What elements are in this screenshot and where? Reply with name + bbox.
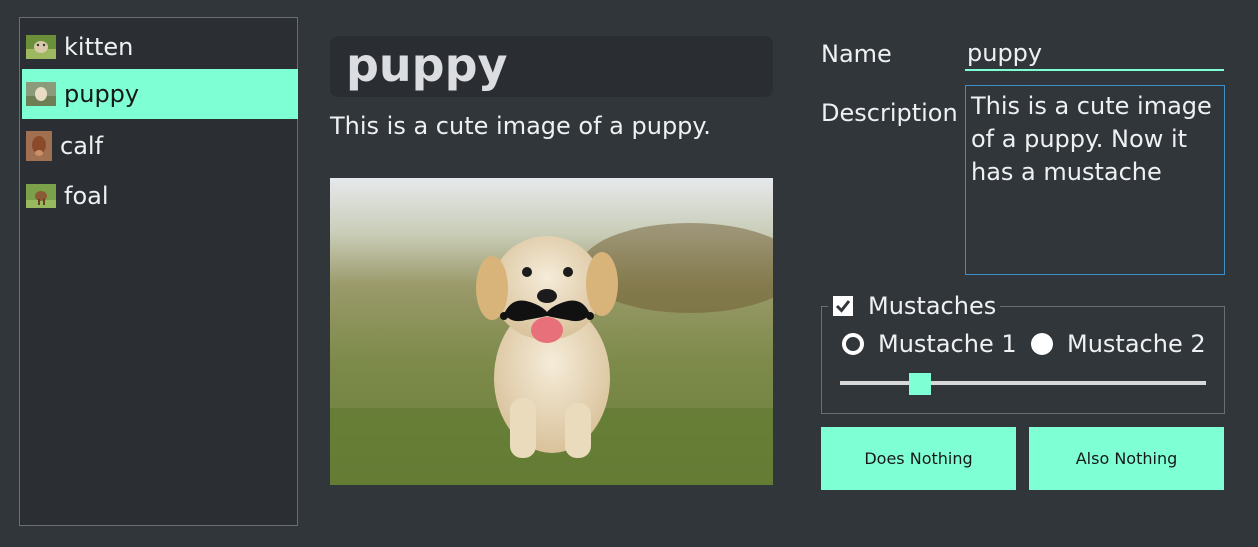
- list-item-label: calf: [60, 132, 104, 160]
- name-input[interactable]: [965, 36, 1224, 71]
- list-item-calf[interactable]: calf: [22, 121, 298, 171]
- mustaches-group-title: Mustaches: [868, 292, 997, 320]
- list-item-puppy[interactable]: puppy: [22, 69, 298, 119]
- radio-label: Mustache 1: [878, 330, 1017, 358]
- mustaches-group-header: Mustaches: [828, 291, 1001, 321]
- radio-mustache-1[interactable]: Mustache 1: [842, 330, 1017, 358]
- does-nothing-button[interactable]: Does Nothing: [821, 427, 1016, 490]
- list-item-kitten[interactable]: kitten: [22, 22, 298, 72]
- puppy-photo: [330, 178, 773, 485]
- radio-label: Mustache 2: [1067, 330, 1206, 358]
- foal-thumbnail-icon: [26, 184, 56, 208]
- image-description: This is a cute image of a puppy.: [330, 112, 711, 140]
- radio-mustache-2[interactable]: Mustache 2: [1031, 330, 1206, 358]
- radio-checked-icon: [1031, 333, 1053, 355]
- mustaches-checkbox[interactable]: [832, 295, 854, 317]
- image-list[interactable]: kitten puppy calf foal: [19, 17, 298, 526]
- name-label: Name: [821, 40, 892, 68]
- list-item-label: puppy: [64, 80, 140, 108]
- mustache-slider-track[interactable]: [840, 381, 1206, 385]
- list-item-label: foal: [64, 182, 109, 210]
- list-item-label: kitten: [64, 33, 134, 61]
- description-label: Description: [821, 99, 958, 127]
- kitten-thumbnail-icon: [26, 35, 56, 59]
- mustaches-group: [821, 306, 1225, 414]
- mustache-slider-handle[interactable]: [909, 373, 931, 395]
- calf-thumbnail-icon: [26, 131, 52, 161]
- radio-unchecked-icon: [842, 333, 864, 355]
- list-item-foal[interactable]: foal: [22, 171, 298, 221]
- page-title: puppy: [346, 38, 508, 92]
- puppy-thumbnail-icon: [26, 82, 56, 106]
- title-panel: puppy: [330, 36, 773, 97]
- also-nothing-button[interactable]: Also Nothing: [1029, 427, 1224, 490]
- description-textarea[interactable]: [965, 85, 1225, 275]
